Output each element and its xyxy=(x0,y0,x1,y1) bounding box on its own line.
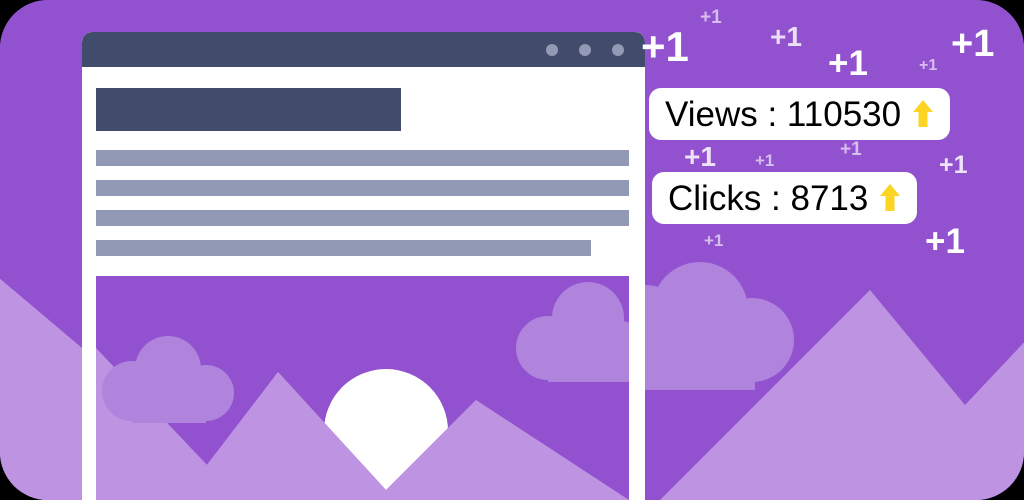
browser-content xyxy=(82,67,645,500)
arrow-up-icon xyxy=(912,99,934,129)
increment-indicator: +1 xyxy=(919,57,938,74)
increment-indicator: +1 xyxy=(840,139,862,160)
increment-indicator: +1 xyxy=(951,23,995,65)
increment-indicator: +1 xyxy=(925,222,965,261)
browser-window xyxy=(82,32,645,500)
views-stat-label: Views : 110530 xyxy=(665,94,902,134)
window-minimize-dot-icon[interactable] xyxy=(546,44,558,56)
window-close-dot-icon[interactable] xyxy=(612,44,624,56)
increment-indicator: +1 xyxy=(939,151,968,179)
text-line-placeholder xyxy=(96,150,629,166)
views-stat-badge[interactable]: Views : 110530 xyxy=(649,88,951,140)
landscape-illustration xyxy=(96,276,629,500)
illustration-canvas: +1 +1 +1 +1 +1 +1 +1 +1 +1 +1 +1 +1 Views : 110530 … xyxy=(0,0,1024,500)
increment-indicator: +1 xyxy=(700,7,722,28)
page-title-placeholder xyxy=(96,88,401,131)
increment-indicator: +1 xyxy=(755,151,775,170)
text-line-placeholder xyxy=(96,210,629,226)
clicks-stat-label: Clicks : 8713 xyxy=(668,178,869,218)
window-maximize-dot-icon[interactable] xyxy=(579,44,591,56)
increment-indicator: +1 xyxy=(704,231,724,250)
text-line-placeholder xyxy=(96,240,591,256)
increment-indicator: +1 xyxy=(828,44,868,83)
browser-titlebar xyxy=(82,32,645,67)
text-line-placeholder xyxy=(96,180,629,196)
increment-indicator: +1 xyxy=(770,21,802,52)
clicks-stat-badge[interactable]: Clicks : 8713 xyxy=(652,172,918,224)
increment-indicator: +1 xyxy=(684,141,716,172)
increment-indicator: +1 xyxy=(641,23,689,70)
arrow-up-icon xyxy=(879,183,901,213)
image-placeholder xyxy=(96,276,629,500)
